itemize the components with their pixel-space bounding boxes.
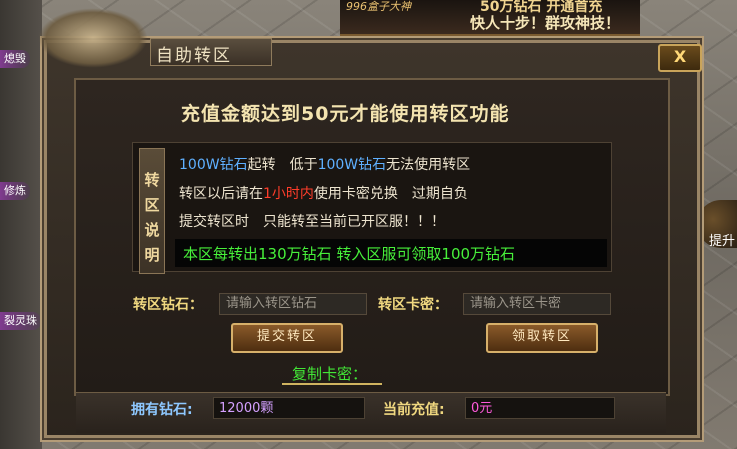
side-label-1[interactable]: 熄毁 [0,50,30,68]
notice-unit: 钻石 [358,157,387,173]
notice-tag-char: 区 [144,196,160,214]
side-label-3[interactable]: 裂灵珠 [0,312,41,330]
diamond-label: 转区钻石： [133,297,203,313]
upgrade-label: 提升 [709,234,736,249]
notice-tag: 转 区 说 明 [139,148,165,274]
close-button[interactable]: X [658,44,702,72]
diamond-input[interactable] [219,293,367,315]
dragon-ornament-icon [38,8,148,68]
headline-requirement: 充值金额达到50元才能使用转区功能 [181,103,510,125]
notice-amount: 100W [179,157,220,173]
owned-diamond-value: 12000颗 [213,397,365,419]
notice-tag-char: 说 [144,221,160,239]
highlight-text: 本区每转出130万钻石 转入区服可领取100万钻石 [183,245,516,263]
card-input[interactable] [463,293,611,315]
promo-banner[interactable]: 996盒子大神 50万钻石 开通首充 快人十步！群攻神技！ [340,0,640,36]
notice-tag-char: 转 [144,171,160,189]
copy-underline [282,383,382,385]
banner-slogan: 快人十步！群攻神技！ [470,14,621,32]
notice-text: 转区以后请在 [179,186,263,202]
banner-brand: 996盒子大神 [346,0,411,13]
recharge-value: 0元 [465,397,615,419]
upgrade-button[interactable]: 提升 [697,200,737,249]
notice-text: 使用卡密兑换 过期自负 [313,186,468,202]
notice-deadline: 1小时内 [263,186,314,202]
copy-card-code-link[interactable]: 复制卡密： [292,363,367,384]
card-label: 转区卡密： [378,297,448,313]
notice-line-2: 转区以后请在1小时内使用卡密兑换 过期自负 [179,183,468,203]
notice-line-1: 100W钻石起转 低于100W钻石无法使用转区 [179,154,470,174]
side-label-2[interactable]: 修炼 [0,182,30,200]
notice-text: 无法使用转区 [386,157,471,173]
recharge-label: 当前充值: [383,402,445,418]
notice-text: 起转 低于 [247,157,318,173]
submit-transfer-button[interactable]: 提交转区 [231,323,343,353]
notice-amount: 100W [317,157,359,173]
notice-line-3: 提交转区时 只能转至当前已开区服！！！ [179,214,445,230]
owned-diamond-label: 拥有钻石: [131,402,193,418]
notice-unit: 钻石 [219,157,248,173]
receive-transfer-button[interactable]: 领取转区 [486,323,598,353]
notice-tag-char: 明 [144,246,160,264]
dialog-title: 自助转区 [156,46,232,66]
